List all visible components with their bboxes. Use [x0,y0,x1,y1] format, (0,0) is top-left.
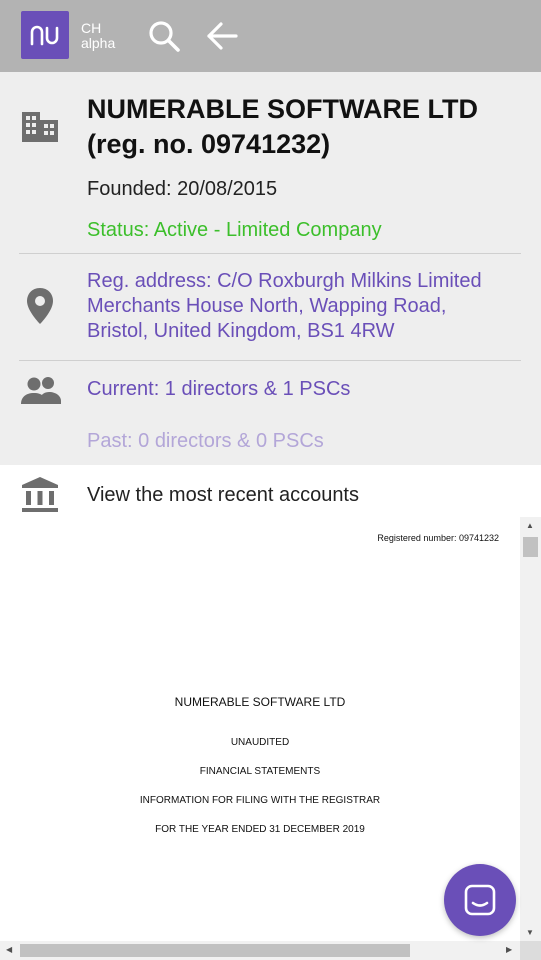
company-name-text: NUMERABLE SOFTWARE LTD [87,94,478,124]
company-reg-number: (reg. no. 09741232) [87,129,331,159]
brand-label: CH alpha [81,21,115,51]
address-line-2: Merchants House North, Wapping Road, [87,295,447,317]
horizontal-scroll-thumb[interactable] [20,944,410,957]
scroll-down-arrow[interactable]: ▼ [526,929,534,937]
document-line-financial-statements: FINANCIAL STATEMENTS [199,766,321,777]
search-icon[interactable] [146,18,182,54]
view-accounts-link[interactable]: View the most recent accounts [87,484,359,507]
document-line-year-ended: FOR THE YEAR ENDED 31 DECEMBER 2019 [155,824,365,835]
scroll-right-arrow[interactable]: ▶ [506,946,512,954]
document-line-filing-info: INFORMATION FOR FILING WITH THE REGISTRA… [139,795,381,806]
founded-date: Founded: 20/08/2015 [87,178,278,200]
company-info-panel: NUMERABLE SOFTWARE LTD (reg. no. 0974123… [0,72,541,465]
chat-icon [464,884,496,916]
scroll-up-arrow[interactable]: ▲ [526,522,534,530]
chat-button[interactable] [444,864,516,936]
horizontal-scrollbar[interactable]: ◀ ▶ [0,941,520,960]
address-line-1: Reg. address: C/O Roxburgh Milkins Limit… [87,270,482,292]
vertical-scrollbar[interactable]: ▲ ▼ [520,517,541,941]
arrow-left-icon[interactable] [204,18,240,54]
people-icon [19,374,63,411]
company-name: NUMERABLE SOFTWARE LTD (reg. no. 0974123… [87,92,527,162]
building-icon [18,108,62,149]
app-logo[interactable] [21,11,69,59]
status-badge: Status: Active - Limited Company [87,219,382,241]
nu-logo-icon [30,25,59,46]
document-line-unaudited: UNAUDITED [230,737,290,748]
scrollbar-corner [520,941,541,960]
location-pin-icon [24,286,56,331]
vertical-scroll-thumb[interactable] [523,537,538,557]
brand-line-2: alpha [81,35,116,51]
document-company-name: NUMERABLE SOFTWARE LTD [174,695,346,709]
top-app-bar: CH alpha [0,0,541,72]
current-officers-link[interactable]: Current: 1 directors & 1 PSCs [87,378,350,401]
divider [19,253,521,254]
brand-line-1: CH [81,20,102,36]
accounts-row[interactable]: View the most recent accounts [0,465,541,517]
scroll-left-arrow[interactable]: ◀ [6,946,12,954]
divider [19,360,521,361]
document-registered-number: Registered number: 09741232 [377,533,499,543]
address-line-3: Bristol, United Kingdom, BS1 4RW [87,320,395,342]
past-officers-link[interactable]: Past: 0 directors & 0 PSCs [87,430,324,453]
registered-address[interactable]: Reg. address: C/O Roxburgh Milkins Limit… [87,269,527,344]
bank-icon [20,475,60,520]
document-page: Registered number: 09741232 NUMERABLE SO… [0,517,520,941]
